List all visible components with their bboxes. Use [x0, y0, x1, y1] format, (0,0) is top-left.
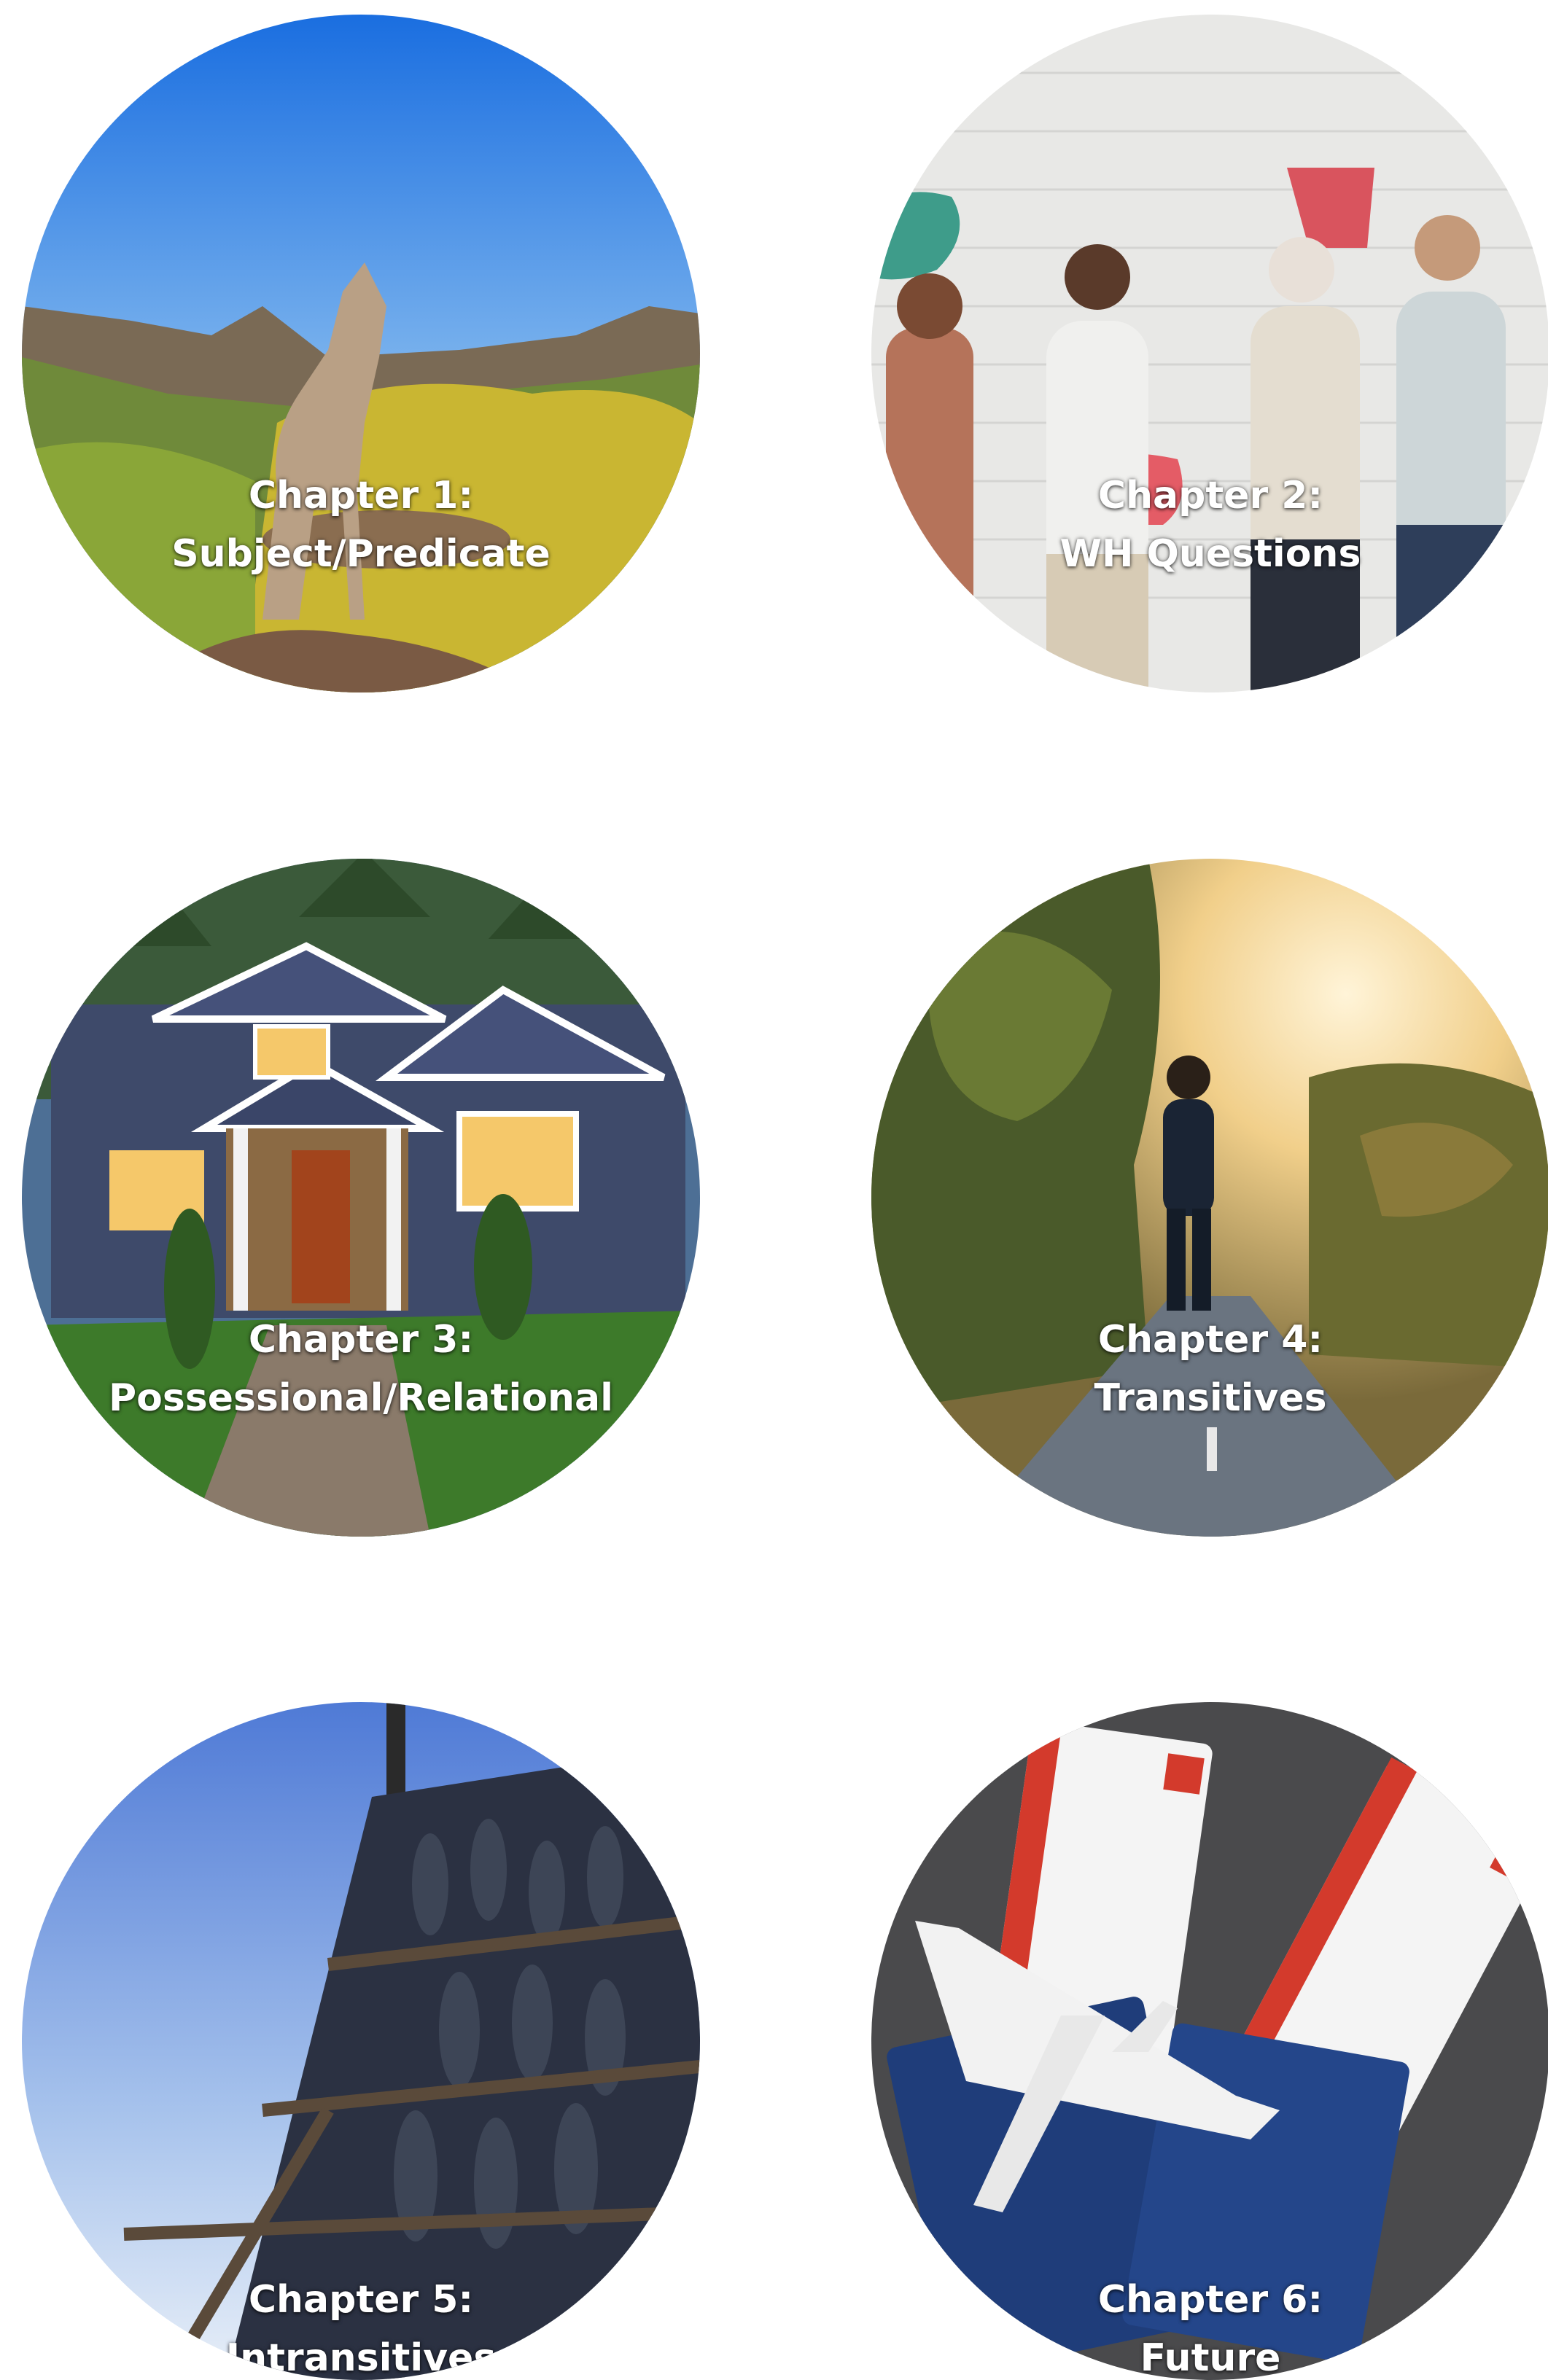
chapter-6-number: Chapter 6: — [1097, 2278, 1323, 2322]
coyote-howling-image — [22, 15, 700, 692]
chapter-5-card[interactable]: Chapter 5: Intransitives — [22, 1702, 700, 2380]
chapter-2-card[interactable]: Chapter 2: WH Questions — [871, 15, 1548, 692]
chapter-2-number: Chapter 2: — [1097, 474, 1323, 518]
chapter-4-card[interactable]: Chapter 4: Transitives — [871, 859, 1548, 1537]
chapter-3-number: Chapter 3: — [248, 1318, 474, 1362]
chapter-4-number: Chapter 4: — [1097, 1318, 1323, 1362]
chapter-1-title: Chapter 1: Subject/Predicate — [22, 467, 700, 583]
people-speech-bubbles-image — [871, 15, 1548, 692]
chapter-6-title: Chapter 6: Future — [871, 2271, 1548, 2380]
chapter-5-number: Chapter 5: — [248, 2278, 474, 2322]
chapter-2-title: Chapter 2: WH Questions — [871, 467, 1548, 583]
chapter-3-card[interactable]: Chapter 3: Possessional/Relational — [22, 859, 700, 1537]
chapter-1-number: Chapter 1: — [248, 474, 474, 518]
chapter-2-topic: WH Questions — [1059, 532, 1361, 576]
chapter-4-title: Chapter 4: Transitives — [871, 1311, 1548, 1427]
chapter-5-title: Chapter 5: Intransitives — [22, 2271, 700, 2380]
chapter-6-card[interactable]: Chapter 6: Future — [871, 1702, 1548, 2380]
house-image — [22, 859, 700, 1537]
chapter-3-topic: Possessional/Relational — [109, 1376, 613, 1420]
chapter-3-title: Chapter 3: Possessional/Relational — [22, 1311, 700, 1427]
chapter-1-card[interactable]: Chapter 1: Subject/Predicate — [22, 15, 700, 692]
chapter-1-topic: Subject/Predicate — [171, 532, 551, 576]
chapter-4-topic: Transitives — [1094, 1376, 1327, 1420]
person-walking-road-image — [871, 859, 1548, 1537]
